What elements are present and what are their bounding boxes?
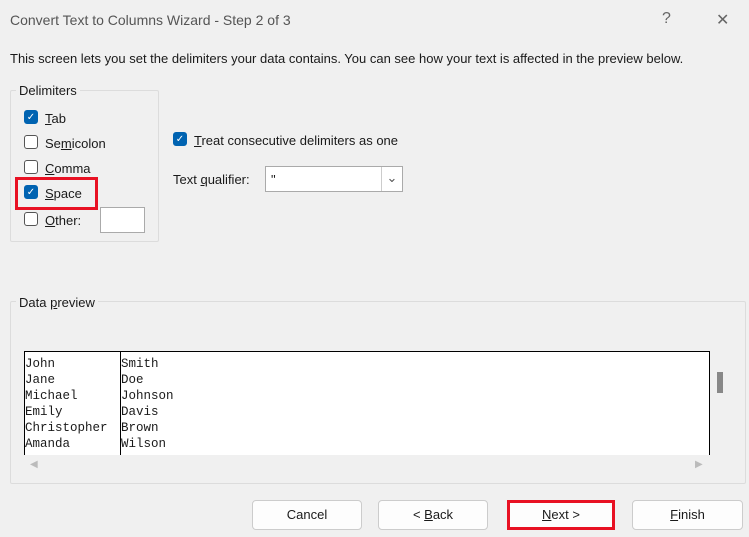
cancel-button[interactable]: Cancel xyxy=(252,500,362,530)
preview-cell-first: John xyxy=(25,357,56,371)
preview-cell-first: Jane xyxy=(25,373,56,387)
preview-cell-last: Brown xyxy=(121,421,159,435)
tab-checkbox[interactable]: ✓ xyxy=(24,110,38,124)
text-qualifier-select[interactable]: " ⌄ xyxy=(265,166,403,192)
preview-row: John Smith xyxy=(25,356,709,372)
preview-row: Emily Davis xyxy=(25,404,709,420)
preview-cell-first: Amanda xyxy=(25,437,71,451)
preview-row: Jane Doe xyxy=(25,372,709,388)
consecutive-label[interactable]: Treat consecutive delimiters as one xyxy=(194,133,398,148)
preview-cell-last: Johnson xyxy=(121,389,174,403)
preview-cell-last: Davis xyxy=(121,405,159,419)
space-highlight xyxy=(15,177,98,210)
preview-cell-last: Smith xyxy=(121,357,159,371)
scroll-left-icon[interactable]: ◀ xyxy=(30,459,38,470)
close-button[interactable]: ✕ xyxy=(716,10,729,30)
data-preview-label: Data preview xyxy=(16,295,98,310)
chevron-down-icon[interactable]: ⌄ xyxy=(381,167,402,191)
delimiters-label: Delimiters xyxy=(16,83,80,98)
tab-label[interactable]: Tab xyxy=(45,111,66,126)
window-title: Convert Text to Columns Wizard - Step 2 … xyxy=(10,12,291,28)
next-button[interactable]: Next > xyxy=(507,500,615,530)
text-qualifier-value: " xyxy=(271,172,276,187)
other-checkbox[interactable] xyxy=(24,212,38,226)
semicolon-checkbox[interactable] xyxy=(24,135,38,149)
preview-cell-first: Christopher xyxy=(25,421,108,435)
other-delimiter-input[interactable] xyxy=(100,207,145,233)
preview-row: Christopher Brown xyxy=(25,420,709,436)
comma-label[interactable]: Comma xyxy=(45,161,91,176)
comma-checkbox[interactable] xyxy=(24,160,38,174)
description-text: This screen lets you set the delimiters … xyxy=(10,51,684,66)
semicolon-label[interactable]: Semicolon xyxy=(45,136,106,151)
data-preview-table: John Smith Jane Doe Michael Johnson Emily Davis… xyxy=(24,351,710,455)
text-qualifier-label: Text qualifier: xyxy=(173,172,250,187)
preview-row: Amanda Wilson xyxy=(25,436,709,452)
vertical-scrollbar-thumb[interactable] xyxy=(717,372,723,393)
back-button[interactable]: < Back xyxy=(378,500,488,530)
other-label[interactable]: Other: xyxy=(45,213,81,228)
preview-cell-last: Doe xyxy=(121,373,144,387)
help-button[interactable]: ? xyxy=(662,10,671,28)
preview-cell-first: Michael xyxy=(25,389,78,403)
finish-button[interactable]: Finish xyxy=(632,500,743,530)
preview-row: Michael Johnson xyxy=(25,388,709,404)
preview-cell-last: Wilson xyxy=(121,437,167,451)
scroll-right-icon[interactable]: ▶ xyxy=(695,459,703,470)
column-break-line[interactable] xyxy=(120,352,121,455)
preview-cell-first: Emily xyxy=(25,405,63,419)
consecutive-checkbox[interactable]: ✓ xyxy=(173,132,187,146)
